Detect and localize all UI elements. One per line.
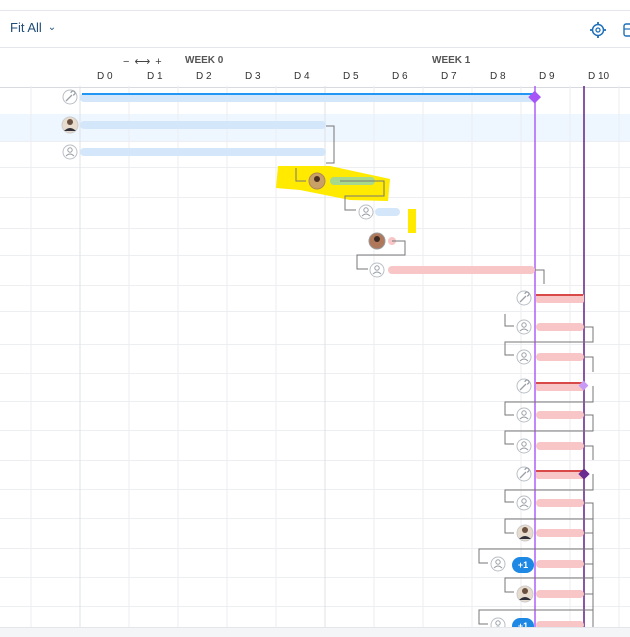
day-label: D 6	[392, 71, 408, 82]
user-icon	[516, 349, 532, 365]
user-icon	[516, 407, 532, 423]
fit-all-dropdown[interactable]: Fit All ⌄	[10, 20, 56, 35]
zoom-controls[interactable]: − ⟷ +	[123, 55, 163, 68]
day-label: D 3	[245, 71, 261, 82]
task-bar[interactable]	[80, 121, 326, 129]
task-bar[interactable]	[536, 353, 584, 361]
week-label: WEEK 1	[432, 55, 471, 66]
task-bar[interactable]	[536, 442, 584, 450]
avatar	[308, 172, 326, 190]
task-bar[interactable]	[80, 148, 326, 156]
task-bar[interactable]	[388, 266, 535, 274]
gantt-chart: +1 +1	[0, 86, 630, 637]
day-label: D 7	[441, 71, 457, 82]
week-label: WEEK 0	[185, 55, 224, 66]
highlight-annotation	[408, 209, 416, 233]
task-bar[interactable]	[536, 411, 584, 419]
user-icon	[516, 319, 532, 335]
user-icon	[62, 144, 78, 160]
day-label: D 2	[196, 71, 212, 82]
task-bar[interactable]	[536, 560, 584, 568]
day-label: D 10	[588, 71, 610, 82]
day-label: D 4	[294, 71, 310, 82]
task-bar[interactable]	[536, 499, 584, 507]
wrench-icon	[62, 89, 78, 105]
user-icon	[516, 495, 532, 511]
task-bar[interactable]	[536, 590, 584, 598]
wrench-icon	[516, 466, 532, 482]
avatar	[516, 585, 534, 603]
day-label: D 1	[147, 71, 163, 82]
task-bar[interactable]	[536, 529, 584, 537]
task-bar[interactable]	[536, 323, 584, 331]
user-icon	[369, 262, 385, 278]
user-icon	[358, 204, 374, 220]
wrench-icon	[516, 290, 532, 306]
day-label: D 8	[490, 71, 506, 82]
day-label: D 9	[539, 71, 555, 82]
user-icon	[490, 556, 506, 572]
gantt-canvas	[30, 86, 620, 636]
fit-all-label: Fit All	[10, 20, 42, 35]
gear-icon[interactable]	[589, 21, 607, 39]
timeline-header: − ⟷ + WEEK 0 WEEK 1 D 0 D 1 D 2 D 3 D 4 …	[0, 47, 630, 88]
task-bar[interactable]	[375, 208, 400, 216]
top-strip	[0, 0, 630, 11]
panel-icon[interactable]	[620, 21, 630, 39]
day-label: D 5	[343, 71, 359, 82]
avatar	[61, 116, 79, 134]
wrench-icon	[516, 378, 532, 394]
toolbar: Fit All ⌄	[0, 11, 630, 47]
day-label: D 0	[97, 71, 113, 82]
avatar	[368, 232, 386, 250]
assignee-count-badge[interactable]: +1	[512, 557, 534, 573]
user-icon	[516, 438, 532, 454]
chevron-down-icon: ⌄	[47, 22, 57, 33]
avatar	[516, 524, 534, 542]
